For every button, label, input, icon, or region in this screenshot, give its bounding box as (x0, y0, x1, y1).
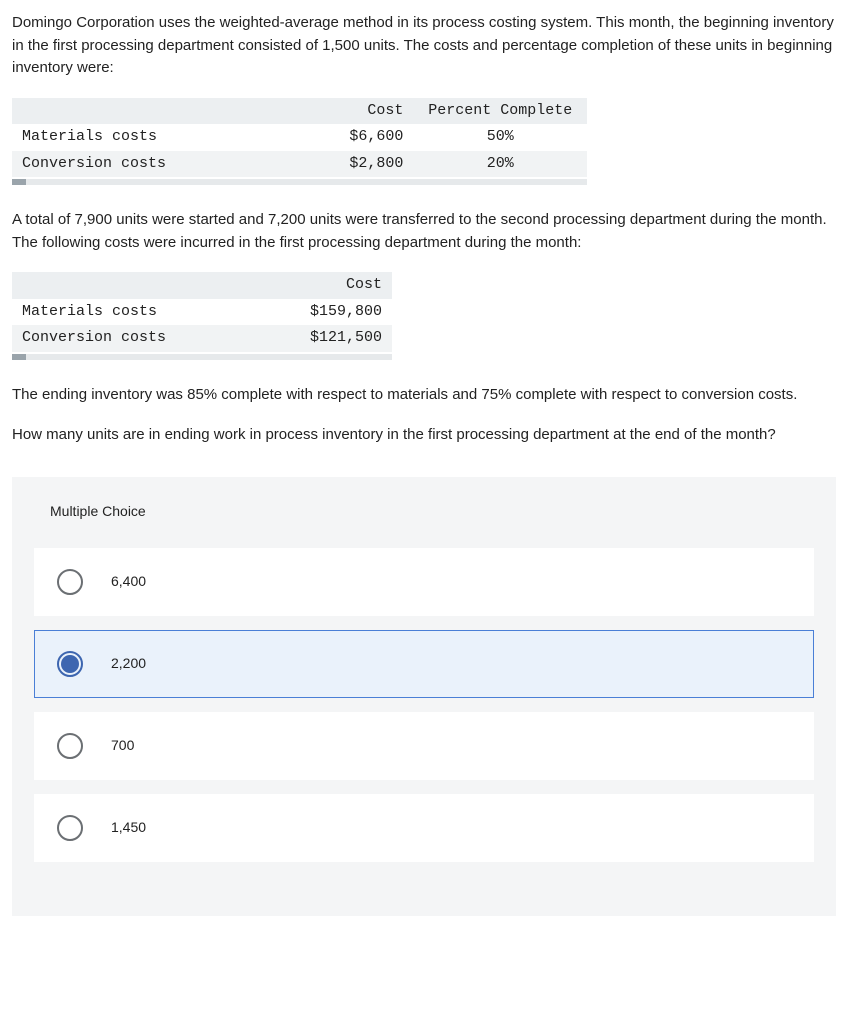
costs-incurred-table: Cost Materials costs $159,800 Conversion… (12, 272, 392, 352)
multiple-choice-section: Multiple Choice 6,400 2,200 700 1,450 (12, 477, 836, 916)
t1-r0-label: Materials costs (12, 124, 283, 151)
t2-r0-cost: $159,800 (269, 299, 392, 326)
table-row: Conversion costs $121,500 (12, 325, 392, 352)
radio-icon (57, 815, 83, 841)
mc-option-label: 700 (111, 735, 134, 756)
t1-h1 (12, 98, 283, 125)
t1-r1-cost: $2,800 (283, 151, 413, 178)
t1-r0-pct: 50% (413, 124, 587, 151)
mc-option-label: 1,450 (111, 817, 146, 838)
t2-r0-label: Materials costs (12, 299, 269, 326)
radio-icon (57, 651, 83, 677)
radio-icon (57, 569, 83, 595)
radio-icon (57, 733, 83, 759)
table1-scrollbar[interactable] (12, 179, 587, 185)
question-mid: A total of 7,900 units were started and … (12, 209, 836, 254)
question-intro: Domingo Corporation uses the weighted-av… (12, 12, 836, 80)
table-row: Materials costs $159,800 (12, 299, 392, 326)
question-ending: The ending inventory was 85% complete wi… (12, 384, 836, 407)
mc-option-2[interactable]: 700 (34, 712, 814, 780)
t1-r1-pct: 20% (413, 151, 587, 178)
mc-heading: Multiple Choice (50, 501, 814, 522)
t2-r1-cost: $121,500 (269, 325, 392, 352)
t1-r0-cost: $6,600 (283, 124, 413, 151)
mc-option-label: 6,400 (111, 571, 146, 592)
table-row: Conversion costs $2,800 20% (12, 151, 587, 178)
table-row: Materials costs $6,600 50% (12, 124, 587, 151)
table2-scrollbar[interactable] (12, 354, 392, 360)
t2-h2: Cost (269, 272, 392, 299)
t2-h1 (12, 272, 269, 299)
t2-r1-label: Conversion costs (12, 325, 269, 352)
question-prompt: How many units are in ending work in pro… (12, 424, 836, 447)
t1-h2: Cost (283, 98, 413, 125)
mc-option-0[interactable]: 6,400 (34, 548, 814, 616)
beginning-inventory-table: Cost Percent Complete Materials costs $6… (12, 98, 587, 178)
mc-option-label: 2,200 (111, 653, 146, 674)
t1-r1-label: Conversion costs (12, 151, 283, 178)
mc-option-3[interactable]: 1,450 (34, 794, 814, 862)
t1-h3: Percent Complete (413, 98, 587, 125)
mc-option-1[interactable]: 2,200 (34, 630, 814, 698)
